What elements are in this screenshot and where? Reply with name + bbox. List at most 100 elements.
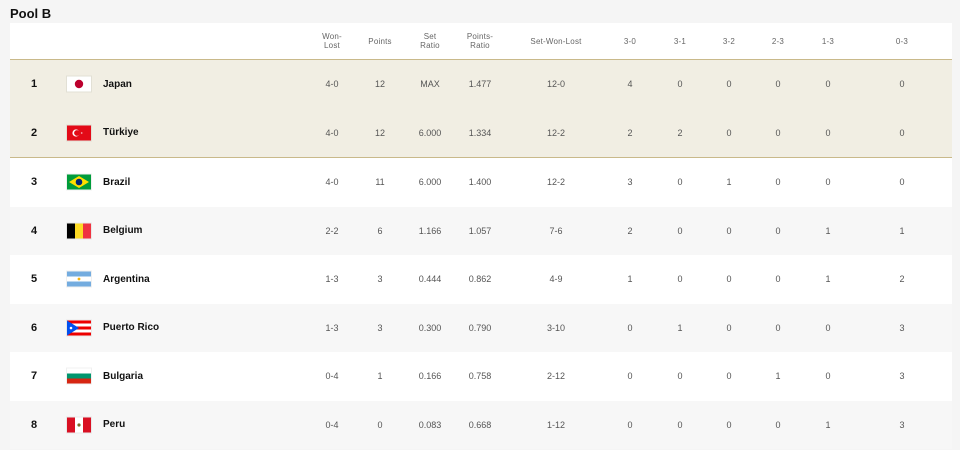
- table-row[interactable]: 7 Bulgaria 0-4 1 0.166 0.758 2-12 0 0 0 …: [10, 352, 952, 401]
- result-2-3: 0: [775, 79, 781, 90]
- header-set-ratio[interactable]: Set Ratio: [410, 23, 450, 59]
- result-3-0: 2: [627, 225, 633, 236]
- result-3-1: 1: [677, 322, 683, 333]
- puerto-rico-flag-icon: [67, 320, 91, 336]
- header-2-3[interactable]: 2-3: [758, 23, 798, 59]
- header-set-ratio-line2: Ratio: [420, 41, 440, 50]
- result-2-3: 0: [775, 419, 781, 430]
- header-3-1[interactable]: 3-1: [660, 23, 700, 59]
- result-3-2: 0: [726, 322, 732, 333]
- result-3-1: 2: [677, 127, 683, 138]
- header-0-3[interactable]: 0-3: [882, 23, 922, 59]
- table-row[interactable]: 2 Türkiye 4-0 12 6.000 1.334 12-2 2 2 0 …: [10, 108, 952, 158]
- result-1-3: 0: [825, 371, 831, 382]
- team-name[interactable]: Argentina: [103, 255, 263, 304]
- points-ratio: 0.668: [468, 419, 492, 430]
- brazil-flag-icon: [67, 174, 91, 190]
- table-row[interactable]: 5 Argentina 1-3 3 0.444 0.862 4-9 1 0 0 …: [10, 255, 952, 304]
- points-ratio: 1.334: [468, 127, 492, 138]
- result-1-3: 0: [825, 127, 831, 138]
- result-3-1: 0: [677, 225, 683, 236]
- table-row[interactable]: 4 Belgium 2-2 6 1.166 1.057 7-6 2 0 0 0 …: [10, 206, 952, 256]
- team-name[interactable]: Puerto Rico: [103, 304, 263, 353]
- peru-flag-icon: [67, 417, 91, 433]
- points: 1: [377, 371, 383, 382]
- points: 11: [375, 177, 385, 188]
- rank: 8: [30, 418, 38, 431]
- result-3-1: 0: [677, 177, 683, 188]
- set-won-lost: 12-0: [546, 79, 565, 90]
- won-lost: 1-3: [325, 322, 339, 333]
- team-name[interactable]: Brazil: [103, 158, 263, 207]
- points: 12: [374, 79, 385, 90]
- set-ratio: 0.166: [418, 371, 442, 382]
- set-won-lost: 2-12: [546, 371, 565, 382]
- result-3-0: 3: [627, 177, 633, 188]
- header-won-lost[interactable]: Won- Lost: [312, 23, 352, 59]
- team-name[interactable]: Japan: [103, 60, 263, 109]
- result-0-3: 0: [899, 177, 905, 188]
- result-0-3: 3: [899, 419, 905, 430]
- won-lost: 4-0: [325, 127, 339, 138]
- result-3-2: 0: [726, 79, 732, 90]
- set-ratio: 0.083: [418, 419, 442, 430]
- result-1-3: 0: [825, 79, 831, 90]
- won-lost: 4-0: [325, 177, 339, 188]
- points: 3: [377, 322, 383, 333]
- result-3-0: 0: [627, 371, 633, 382]
- result-0-3: 2: [899, 274, 905, 285]
- points-ratio: 1.400: [468, 177, 492, 188]
- set-ratio: 0.444: [418, 274, 442, 285]
- table-header: Won- Lost Points Set Ratio Points- Ratio…: [10, 23, 952, 59]
- points-ratio: 0.790: [468, 322, 492, 333]
- set-won-lost: 12-2: [546, 127, 565, 138]
- team-name[interactable]: Peru: [103, 401, 263, 450]
- result-3-1: 0: [677, 371, 683, 382]
- won-lost: 1-3: [325, 274, 339, 285]
- set-ratio: 0.300: [418, 322, 442, 333]
- team-name[interactable]: Bulgaria: [103, 352, 263, 401]
- won-lost: 0-4: [325, 371, 339, 382]
- team-name[interactable]: Türkiye: [103, 109, 263, 158]
- result-3-2: 1: [726, 177, 732, 188]
- header-3-2[interactable]: 3-2: [709, 23, 749, 59]
- points-ratio: 1.057: [468, 225, 492, 236]
- result-2-3: 0: [775, 322, 781, 333]
- won-lost: 2-2: [325, 225, 339, 236]
- points-ratio: 0.862: [468, 274, 492, 285]
- header-set-won-lost[interactable]: Set-Won-Lost: [510, 23, 602, 59]
- table-row[interactable]: 6 Puerto Rico 1-3 3 0.300 0.790 3-10 0 1…: [10, 303, 952, 353]
- won-lost: 4-0: [325, 79, 339, 90]
- result-3-2: 0: [726, 225, 732, 236]
- header-points-ratio-line2: Ratio: [470, 41, 490, 50]
- table-row[interactable]: 1 Japan 4-0 12 MAX 1.477 12-0 4 0 0 0 0 …: [10, 59, 952, 109]
- result-3-0: 1: [627, 274, 633, 285]
- result-3-1: 0: [677, 419, 683, 430]
- header-1-3[interactable]: 1-3: [808, 23, 848, 59]
- standings-table: Won- Lost Points Set Ratio Points- Ratio…: [10, 23, 952, 449]
- points: 0: [377, 419, 383, 430]
- header-points[interactable]: Points: [360, 23, 400, 59]
- argentina-flag-icon: [67, 271, 91, 287]
- team-name[interactable]: Belgium: [103, 207, 263, 256]
- rank: 6: [30, 321, 38, 334]
- result-3-2: 0: [726, 127, 732, 138]
- header-points-ratio[interactable]: Points- Ratio: [460, 23, 500, 59]
- points: 3: [377, 274, 383, 285]
- result-3-0: 0: [627, 322, 633, 333]
- points: 12: [374, 127, 385, 138]
- set-won-lost: 12-2: [546, 177, 565, 188]
- header-won-lost-line2: Lost: [324, 41, 340, 50]
- rank: 4: [30, 224, 38, 237]
- won-lost: 0-4: [325, 419, 339, 430]
- set-won-lost: 4-9: [549, 274, 563, 285]
- turkiye-flag-icon: [67, 125, 91, 141]
- table-row[interactable]: 8 Peru 0-4 0 0.083 0.668 1-12 0 0 0 0 1 …: [10, 400, 952, 450]
- set-won-lost: 3-10: [546, 322, 565, 333]
- points-ratio: 0.758: [468, 371, 492, 382]
- header-3-0[interactable]: 3-0: [610, 23, 650, 59]
- set-ratio: 6.000: [418, 127, 442, 138]
- result-1-3: 1: [825, 419, 831, 430]
- table-row[interactable]: 3 Brazil 4-0 11 6.000 1.400 12-2 3 0 1 0…: [10, 158, 952, 207]
- result-0-3: 1: [899, 225, 905, 236]
